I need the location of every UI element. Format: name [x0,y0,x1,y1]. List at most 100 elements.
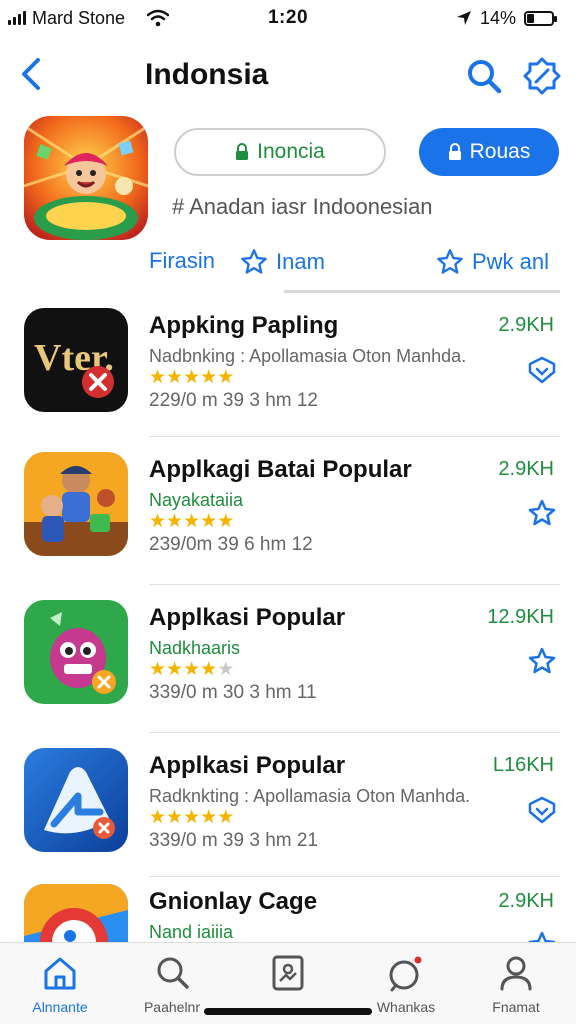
status-bar: Mard Stone 1:20 14% [0,0,576,36]
app-size: L16KH [492,754,554,776]
battery-icon [524,10,557,26]
battery-percent: 14% [479,7,516,28]
app-name: Gnionlay Cage [149,888,318,915]
hero-subtitle: # Anadan iasr Indoonesian [172,194,433,219]
tab-screenshot[interactable] [233,953,343,999]
star-filled-icon: ★ [183,367,201,388]
navigation-bar: Indonsia [0,44,576,108]
star-filled-icon: ★ [149,807,167,828]
app-list-item[interactable]: Applkasi Popular Nadkhaaris ★★★★★ 339/0 … [0,600,576,748]
star-filled-icon: ★ [166,807,184,828]
app-icon-artwork: Vter. [24,308,128,412]
tab-firasin[interactable]: Firasin [149,248,215,274]
region-filter-label: Inoncia [257,140,325,163]
row-divider [149,584,560,585]
app-icon [24,748,128,852]
app-subtitle: Nayakataiia [149,490,244,510]
bookmark-icon[interactable] [526,794,558,826]
app-meta: 339/0 m 39 3 hm 21 [149,830,318,851]
tab-notifications[interactable]: Whankas [351,953,461,1015]
tab-profile[interactable]: Fnamat [461,953,571,1015]
wifi-icon [147,9,170,27]
app-icon [24,884,128,942]
segment-tabs: Firasin Inam Pwk anl [0,248,576,284]
star-filled-icon: ★ [200,659,218,680]
bookmark-icon[interactable] [526,498,558,530]
tab-inam[interactable]: Inam [240,248,325,276]
star-filled-icon: ★ [149,367,167,388]
star-filled-icon: ★ [217,367,235,388]
star-filled-icon: ★ [166,367,184,388]
app-size: 12.9KH [487,606,554,628]
app-icon-artwork [24,884,128,942]
search-icon[interactable] [464,56,504,96]
app-meta: 239/0m 39 6 hm 12 [149,534,313,555]
star-filled-icon: ★ [183,807,201,828]
screenshot-icon [272,955,304,991]
region-filter-button[interactable]: Inoncia [174,128,386,176]
app-list-item[interactable]: Gnionlay Cage Nand iaiiia ★★★★★ 2.9KH [0,884,576,942]
primary-action-button[interactable]: Rouas [419,128,559,176]
tab-label: Fnamat [492,999,540,1015]
star-filled-icon: ★ [149,659,167,680]
app-icon-artwork [24,748,128,852]
bookmark-icon[interactable] [526,930,558,942]
status-left: Mard Stone [8,7,170,29]
tab-label: Paahelnr [143,999,201,1015]
tab-search[interactable]: Paahelnr [117,953,227,1015]
location-icon [456,11,471,25]
lock-icon [236,143,249,160]
tab-label: Pwk anl [472,249,550,274]
rating-stars: ★★★★★ [149,510,234,533]
row-divider [149,436,560,437]
chevron-left-icon[interactable] [16,56,48,92]
bookmark-icon[interactable] [526,646,558,678]
app-icon-artwork [24,600,128,704]
app-icon [24,600,128,704]
tab-label: Inam [276,249,325,274]
home-icon [44,957,76,990]
app-name: Applkasi Popular [149,752,346,779]
badge-icon[interactable] [522,56,562,96]
tab-pwk-anl[interactable]: Pwk anl [436,248,549,276]
app-size: 2.9KH [498,890,554,912]
app-name: Applkagi Batai Popular [149,456,412,483]
tab-label: Firasin [149,248,216,273]
star-filled-icon: ★ [166,511,184,532]
rating-stars: ★★★★★ [149,366,234,389]
tab-home[interactable]: Alnnante [5,953,115,1015]
app-subtitle: Nand iaiiia [149,922,234,942]
star-filled-icon: ★ [149,511,167,532]
home-indicator [204,1008,372,1015]
star-filled-icon: ★ [200,367,218,388]
star-empty-icon: ★ [217,659,235,680]
star-outline-icon [241,249,267,274]
status-right: 14% [456,7,557,29]
app-list-item[interactable]: Vter. Appking Papling Nadbnking : Apolla… [0,308,576,456]
clock: 1:20 [267,7,309,28]
rating-stars: ★★★★★ [149,806,234,829]
star-outline-icon [437,249,463,274]
app-list-item[interactable]: Applkasi Popular Radknkting : Apollamasi… [0,748,576,896]
star-filled-icon: ★ [200,807,218,828]
tab-underline [284,290,560,293]
lock-icon [448,143,461,160]
star-filled-icon: ★ [217,807,235,828]
app-icon-artwork [24,452,128,556]
app-subtitle: Nadkhaaris [149,638,241,658]
page-title: Indonsia [145,58,269,91]
app-name: Appking Papling [149,312,339,339]
battery-level [527,13,535,23]
app-icon: Vter. [24,308,128,412]
featured-app-icon[interactable] [24,116,148,240]
star-filled-icon: ★ [200,511,218,532]
tab-label: Alnnante [32,999,88,1015]
search-icon [157,957,189,989]
bookmark-icon[interactable] [526,354,558,386]
app-meta: 229/0 m 39 3 hm 12 [149,390,318,411]
carrier-label: Mard Stone [32,7,126,28]
profile-icon [500,956,532,991]
star-filled-icon: ★ [183,511,201,532]
star-filled-icon: ★ [166,659,184,680]
app-list-item[interactable]: Applkagi Batai Popular Nayakataiia ★★★★★… [0,452,576,600]
